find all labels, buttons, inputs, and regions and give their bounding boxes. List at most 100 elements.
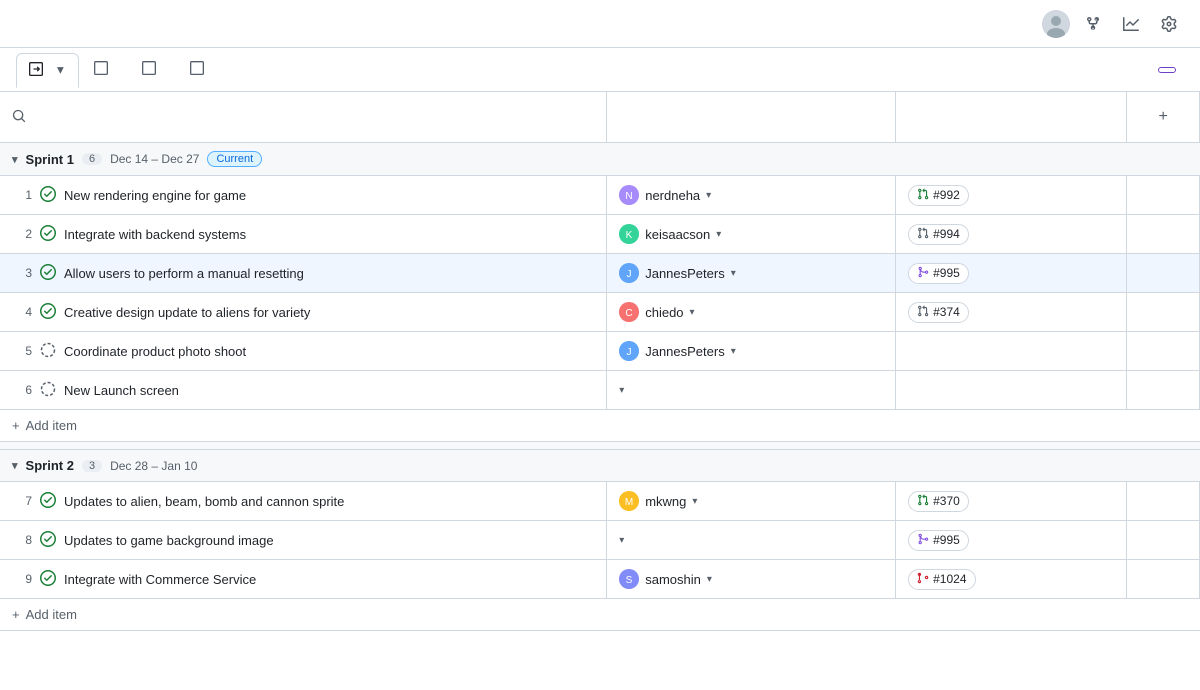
pr-number: #994 — [933, 227, 960, 241]
table-row[interactable]: 3 Allow users to perform a manual resett… — [0, 254, 1200, 293]
group-header-sprint1: ▾ Sprint 1 6 Dec 14 – Dec 27 Current — [0, 143, 1200, 176]
branch-icon — [1085, 16, 1101, 32]
pr-badge[interactable]: #995 — [908, 263, 969, 284]
add-item-button[interactable]: + Add item — [0, 599, 1200, 630]
assignee-name: samoshin — [645, 572, 701, 587]
add-item-label: Add item — [26, 418, 77, 433]
status-icon — [40, 225, 56, 244]
table-row[interactable]: 6 New Launch screen ▾ — [0, 371, 1200, 410]
svg-text:N: N — [626, 191, 633, 202]
status-icon — [40, 531, 56, 550]
search-icon[interactable] — [12, 109, 26, 126]
pr-badge[interactable]: #374 — [908, 302, 969, 323]
add-item-cell: + Add item — [0, 410, 1200, 442]
assignee-avatar: N — [619, 185, 639, 205]
assignee-name: JannesPeters — [645, 266, 725, 281]
pr-badge[interactable]: #995 — [908, 530, 969, 551]
add-item-plus-icon: + — [12, 418, 20, 433]
item-title: New rendering engine for game — [64, 188, 246, 203]
table-row[interactable]: 2 Integrate with backend systems K keisa… — [0, 215, 1200, 254]
assignee-dropdown-empty[interactable]: ▾ — [619, 535, 624, 546]
group-dates-sprint1: Dec 14 – Dec 27 — [110, 152, 199, 166]
assignee-name: mkwng — [645, 494, 686, 509]
status-icon — [40, 186, 56, 205]
table-row[interactable]: 1 New rendering engine for game N nerdne… — [0, 176, 1200, 215]
tab-bar: ▾ — [0, 48, 1200, 92]
row-number: 6 — [12, 383, 32, 397]
tab-estimation[interactable] — [129, 52, 175, 87]
table-row[interactable]: 5 Coordinate product photo shoot J Janne… — [0, 332, 1200, 371]
table-row[interactable]: 8 Updates to game background image ▾ #99… — [0, 521, 1200, 560]
table-row[interactable]: 7 Updates to alien, beam, bomb and canno… — [0, 482, 1200, 521]
add-item-button[interactable]: + Add item — [0, 410, 1200, 441]
pr-type-icon — [917, 533, 929, 548]
item-title: Updates to alien, beam, bomb and cannon … — [64, 494, 344, 509]
assignee-dropdown[interactable]: ▾ — [706, 190, 711, 201]
insights-branch-button[interactable] — [1078, 11, 1108, 37]
user-avatar[interactable] — [1042, 10, 1070, 38]
td-empty — [1127, 215, 1200, 254]
assignee-dropdown-empty[interactable]: ▾ — [619, 385, 624, 396]
tab-planning[interactable]: ▾ — [16, 53, 79, 88]
app-header — [0, 0, 1200, 48]
group-header-cell: ▾ Sprint 1 6 Dec 14 – Dec 27 Current — [0, 143, 1200, 176]
add-item-row-sprint1: + Add item — [0, 410, 1200, 442]
pr-number: #1024 — [933, 572, 966, 586]
assignee-dropdown[interactable]: ▾ — [731, 346, 736, 357]
assignee-dropdown[interactable]: ▾ — [707, 574, 712, 585]
tab-bar-right — [1158, 67, 1184, 73]
group-chevron-sprint1[interactable]: ▾ — [12, 153, 18, 166]
row-number: 2 — [12, 227, 32, 241]
row-number: 4 — [12, 305, 32, 319]
td-assignees: K keisaacson ▾ — [607, 215, 896, 254]
td-pr: #995 — [896, 254, 1127, 293]
row-number: 9 — [12, 572, 32, 586]
chart-icon — [1123, 16, 1139, 32]
td-assignees: ▾ — [607, 521, 896, 560]
pr-number: #992 — [933, 188, 960, 202]
assignee-name: chiedo — [645, 305, 683, 320]
assignee-dropdown[interactable]: ▾ — [690, 307, 695, 318]
td-pr: #1024 — [896, 560, 1127, 599]
assignee-dropdown[interactable]: ▾ — [716, 229, 721, 240]
td-empty — [1127, 293, 1200, 332]
assignee-dropdown[interactable]: ▾ — [692, 496, 697, 507]
th-linked-pr — [896, 92, 1127, 143]
tab-current-milestone[interactable] — [177, 52, 223, 87]
table-row[interactable]: 4 Creative design update to aliens for v… — [0, 293, 1200, 332]
td-title: 1 New rendering engine for game — [0, 176, 607, 215]
assignee-dropdown[interactable]: ▾ — [731, 268, 736, 279]
td-assignees: J JannesPeters ▾ — [607, 332, 896, 371]
tab-alpha[interactable] — [81, 52, 127, 87]
status-icon — [40, 264, 56, 283]
td-pr: #370 — [896, 482, 1127, 521]
status-icon — [40, 381, 56, 400]
add-column-button[interactable]: + — [1139, 100, 1187, 134]
pr-badge[interactable]: #370 — [908, 491, 969, 512]
group-header-cell: ▾ Sprint 2 3 Dec 28 – Jan 10 — [0, 450, 1200, 482]
td-title: 5 Coordinate product photo shoot — [0, 332, 607, 371]
tab-alpha-icon — [94, 61, 108, 78]
tab-planning-dropdown[interactable]: ▾ — [55, 62, 66, 78]
table-row[interactable]: 9 Integrate with Commerce Service S samo… — [0, 560, 1200, 599]
row-number: 5 — [12, 344, 32, 358]
pr-badge[interactable]: #994 — [908, 224, 969, 245]
new-view-button[interactable] — [225, 64, 245, 76]
item-title: Coordinate product photo shoot — [64, 344, 246, 359]
assignee-name: nerdneha — [645, 188, 700, 203]
group-name-sprint2: Sprint 2 — [26, 458, 74, 473]
td-empty — [1127, 371, 1200, 410]
td-assignees: S samoshin ▾ — [607, 560, 896, 599]
td-title: 6 New Launch screen — [0, 371, 607, 410]
assignee-avatar: S — [619, 569, 639, 589]
svg-text:S: S — [626, 575, 633, 586]
svg-text:J: J — [627, 269, 632, 280]
pr-badge[interactable]: #992 — [908, 185, 969, 206]
tab-planning-icon — [29, 62, 43, 79]
pr-badge[interactable]: #1024 — [908, 569, 975, 590]
settings-button[interactable] — [1154, 11, 1184, 37]
td-assignees: ▾ — [607, 371, 896, 410]
td-title: 7 Updates to alien, beam, bomb and canno… — [0, 482, 607, 521]
chart-button[interactable] — [1116, 11, 1146, 37]
group-chevron-sprint2[interactable]: ▾ — [12, 459, 18, 472]
